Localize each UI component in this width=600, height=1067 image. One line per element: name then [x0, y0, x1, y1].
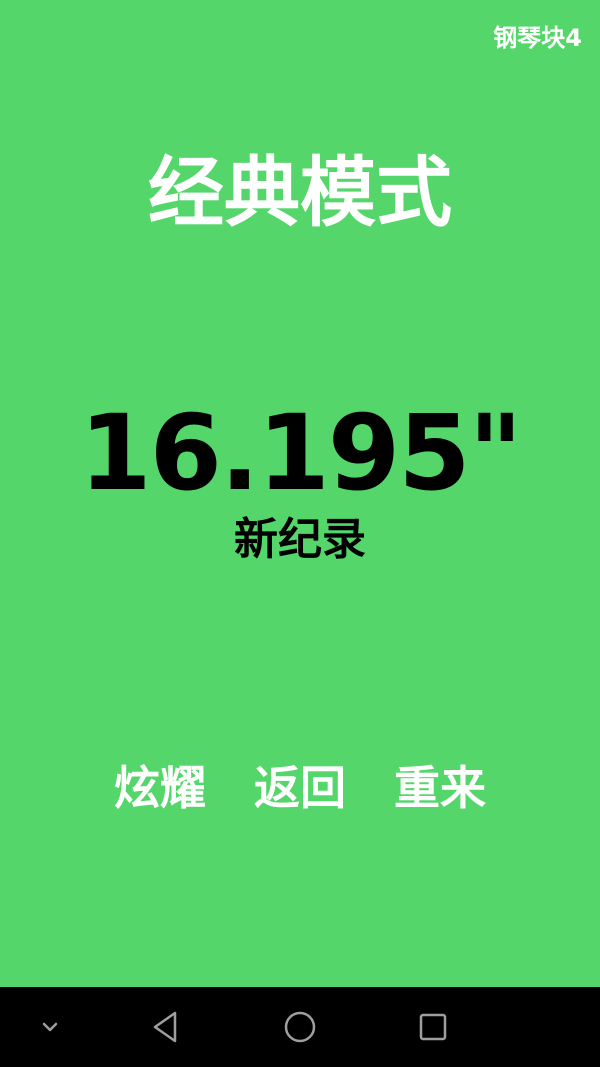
home-circle-icon	[284, 1011, 316, 1043]
nav-back-button[interactable]	[127, 987, 207, 1067]
result-actions: 炫耀 返回 重来	[0, 756, 600, 820]
back-triangle-icon	[153, 1011, 177, 1043]
share-button[interactable]: 炫耀	[95, 756, 225, 820]
system-navigation-bar	[0, 987, 600, 1067]
mode-title: 经典模式	[148, 148, 452, 237]
score-value: 16.195"	[79, 392, 523, 514]
recent-square-icon	[419, 1013, 447, 1041]
nav-hide-button[interactable]	[10, 987, 90, 1067]
back-button[interactable]: 返回	[235, 756, 365, 820]
retry-button[interactable]: 重来	[375, 756, 505, 820]
chevron-down-icon	[42, 1022, 58, 1032]
nav-recent-button[interactable]	[393, 987, 473, 1067]
nav-home-button[interactable]	[260, 987, 340, 1067]
new-record-label: 新纪录	[234, 514, 366, 565]
game-result-screen: 钢琴块4 经典模式 16.195" 新纪录 炫耀 返回 重来	[0, 0, 600, 987]
screen: 钢琴块4 经典模式 16.195" 新纪录 炫耀 返回 重来	[0, 0, 600, 1067]
app-watermark: 钢琴块4	[493, 24, 582, 52]
